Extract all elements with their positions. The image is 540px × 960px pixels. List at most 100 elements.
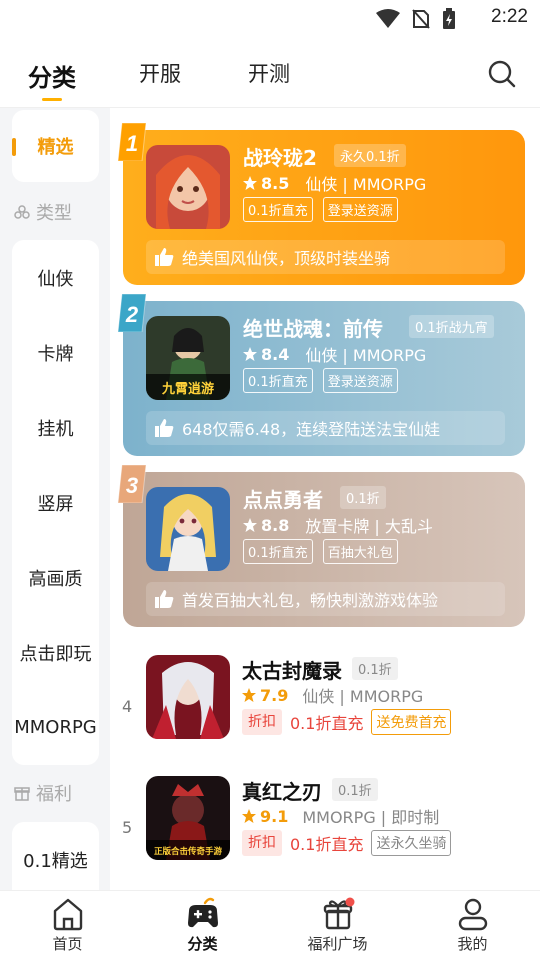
thumbnail-text: 九霄逍游 — [161, 381, 214, 397]
star-icon — [243, 347, 257, 361]
clock: 2:22 — [491, 6, 528, 27]
thumbs-up-icon — [155, 419, 174, 437]
home-icon — [53, 898, 82, 931]
rank-number: 5 — [122, 818, 133, 837]
promo-banner: 648仅需6.48，连续登陆送法宝仙娃 — [146, 411, 505, 445]
game-thumbnail[interactable] — [146, 655, 230, 739]
game-tag: 0.1折 — [352, 657, 398, 680]
chip: 登录送资源 — [322, 368, 398, 393]
game-tag: 永久0.1折 — [334, 144, 406, 167]
featured-card[interactable]: 1 战玲珑2 永久0.1折 8.5 仙侠 | MMORPG 0.1折直充 登录送… — [118, 123, 525, 285]
sidebar-item-featured[interactable]: 精选 — [12, 110, 99, 182]
game-thumbnail[interactable]: 正版合击传奇手游 — [146, 776, 230, 860]
battery-icon — [443, 8, 455, 29]
sidebar-item-xianxia[interactable]: 仙侠 — [12, 240, 99, 315]
game-thumbnail[interactable] — [146, 487, 230, 571]
discount-text: 0.1折直充 — [290, 835, 364, 854]
game-genre: 仙侠 | MMORPG — [305, 175, 427, 194]
category-sidebar: 精选 类型 仙侠 卡牌 挂机 竖屏 高画质 点击即玩 MMORPG 福利 0.1… — [0, 108, 110, 890]
nav-home-label: 首页 — [52, 935, 83, 953]
chip: 0.1折直充 — [243, 539, 313, 564]
featured-card[interactable]: 2 九霄逍游 绝世战魂：前传 0.1折战九宵 8.4 仙侠 | MMORPG 0… — [118, 294, 525, 456]
sidebar-item-mmorpg[interactable]: MMORPG — [12, 690, 99, 765]
promo-banner: 绝美国风仙侠，顶级时装坐骑 — [146, 240, 505, 274]
game-score: 7.9 — [260, 685, 289, 705]
game-thumbnail[interactable] — [146, 145, 230, 229]
game-meta: 9.1 MMORPG | 即时制 — [242, 804, 439, 828]
sidebar-type-label: 类型 — [36, 203, 72, 224]
chip: 0.1折直充 — [243, 197, 313, 222]
game-title: 太古封魔录 — [242, 659, 342, 683]
nav-category[interactable]: 分类 — [135, 891, 270, 960]
rank-badge: 3 — [118, 465, 147, 503]
sidebar-type-card: 仙侠 卡牌 挂机 竖屏 高画质 点击即玩 MMORPG — [12, 240, 99, 765]
game-chips: 折扣 0.1折直充 送免费首充 — [242, 709, 452, 735]
promo-banner: 首发百抽大礼包，畅快刺激游戏体验 — [146, 582, 505, 616]
game-score: 8.4 — [261, 344, 290, 364]
game-score: 8.5 — [261, 173, 290, 193]
sidebar-item-idle[interactable]: 挂机 — [12, 390, 99, 465]
nav-welfare[interactable]: 福利广场 — [270, 891, 405, 960]
star-icon — [242, 688, 256, 702]
sidebar-item-instant-play[interactable]: 点击即玩 — [12, 615, 99, 690]
sidebar-welfare-header: 福利 — [14, 781, 72, 805]
discount-badge: 折扣 — [242, 830, 282, 856]
star-icon — [242, 809, 256, 823]
game-chips: 0.1折直充 百抽大礼包 — [243, 539, 398, 564]
game-list: 1 战玲珑2 永久0.1折 8.5 仙侠 | MMORPG 0.1折直充 登录送… — [110, 108, 540, 890]
game-thumbnail[interactable]: 九霄逍游 — [146, 316, 230, 400]
rank-badge: 2 — [118, 294, 147, 332]
sidebar-item-hd[interactable]: 高画质 — [12, 540, 99, 615]
game-meta: 8.5 仙侠 | MMORPG — [243, 171, 426, 195]
tab-category[interactable]: 分类 — [28, 58, 76, 101]
gift-icon — [323, 897, 354, 930]
sidebar-item-welfare-featured[interactable]: 0.1精选 — [12, 822, 99, 890]
sidebar-item-vertical[interactable]: 竖屏 — [12, 465, 99, 540]
game-meta: 8.4 仙侠 | MMORPG — [243, 342, 426, 366]
game-meta: 7.9 仙侠 | MMORPG — [242, 683, 423, 707]
sidebar-selected-card: 精选 — [12, 110, 99, 182]
discount-text: 0.1折直充 — [290, 714, 364, 733]
game-title: 真红之刃 — [242, 780, 322, 804]
nav-profile-label: 我的 — [457, 935, 488, 953]
chip: 百抽大礼包 — [322, 539, 398, 564]
wifi-icon — [376, 9, 400, 28]
nav-profile[interactable]: 我的 — [405, 891, 540, 960]
discount-badge: 折扣 — [242, 709, 282, 735]
game-chips: 0.1折直充 登录送资源 — [243, 197, 398, 222]
search-icon[interactable] — [488, 60, 516, 88]
sidebar-welfare-card: 0.1精选 — [12, 822, 99, 890]
sidebar-type-header: 类型 — [14, 200, 72, 224]
sidebar-welfare-label: 福利 — [36, 784, 72, 805]
game-title: 战玲珑2 — [243, 146, 317, 170]
game-tag: 0.1折战九宵 — [409, 315, 494, 338]
game-title: 点点勇者 — [243, 488, 323, 512]
nav-category-label: 分类 — [187, 935, 218, 953]
tab-server-open[interactable]: 开服 — [139, 58, 181, 88]
svg-text:2: 2 — [125, 302, 139, 327]
featured-card[interactable]: 3 点点勇者 0.1折 8.8 放置卡牌 | 大乱斗 0.1折直充 百抽大礼包 … — [118, 465, 525, 627]
game-genre: 仙侠 | MMORPG — [305, 346, 427, 365]
list-item[interactable]: 5 正版合击传奇手游 真红之刃 0.1折 9.1 MMORPG | 即时制 折扣… — [110, 776, 540, 890]
game-tag: 0.1折 — [340, 486, 386, 509]
game-meta: 8.8 放置卡牌 | 大乱斗 — [243, 513, 433, 537]
nav-home[interactable]: 首页 — [0, 891, 135, 960]
thumbs-up-icon — [155, 590, 174, 608]
rank-badge: 1 — [118, 123, 147, 161]
rank-number: 4 — [122, 697, 133, 716]
game-chips: 折扣 0.1折直充 送永久坐骑 — [242, 830, 452, 856]
game-tag: 0.1折 — [332, 778, 378, 801]
list-item[interactable]: 4 太古封魔录 0.1折 7.9 仙侠 | MMORPG 折扣 0.1折直充 送… — [110, 655, 540, 773]
game-genre: MMORPG | 即时制 — [302, 808, 440, 827]
sidebar-item-card[interactable]: 卡牌 — [12, 315, 99, 390]
tab-beta-test[interactable]: 开测 — [248, 58, 290, 88]
game-chips: 0.1折直充 登录送资源 — [243, 368, 398, 393]
gamepad-icon — [187, 897, 218, 928]
thumbnail-text: 正版合击传奇手游 — [154, 846, 223, 857]
gift-chip: 送免费首充 — [371, 709, 452, 735]
chip: 0.1折直充 — [243, 368, 313, 393]
svg-text:1: 1 — [126, 131, 138, 156]
top-nav: 分类 开服 开测 — [0, 36, 540, 108]
promo-text: 648仅需6.48，连续登陆送法宝仙娃 — [182, 420, 441, 439]
no-sim-icon — [412, 9, 430, 29]
